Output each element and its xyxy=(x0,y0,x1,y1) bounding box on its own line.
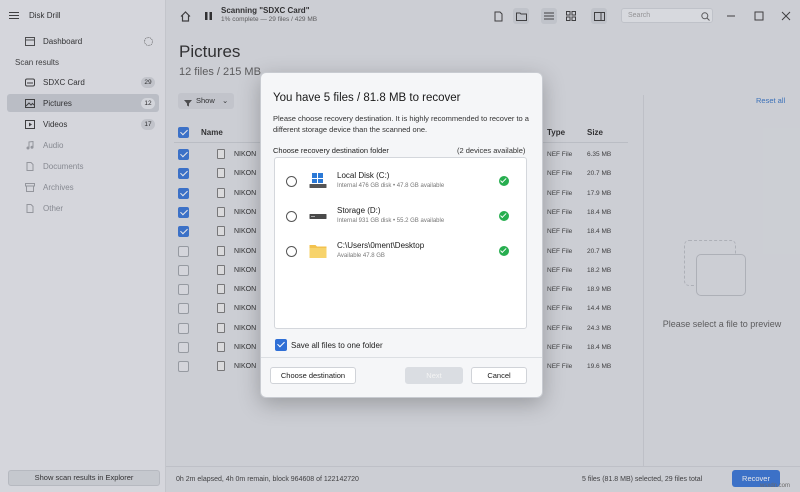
dialog-footer-divider xyxy=(261,357,542,358)
destination-name: Local Disk (C:) xyxy=(337,171,390,180)
cancel-button[interactable]: Cancel xyxy=(471,367,527,384)
windows-drive-icon xyxy=(309,173,327,189)
available-check-icon xyxy=(499,176,509,186)
available-check-icon xyxy=(499,246,509,256)
save-all-one-folder-label: Save all files to one folder xyxy=(291,341,383,350)
available-check-icon xyxy=(499,211,509,221)
disk-drill-window: Disk Drill Dashboard Scan results SDXC C… xyxy=(0,0,800,492)
next-button[interactable]: Next xyxy=(405,367,463,384)
destination-option[interactable]: Storage (D:) Internal 931 GB disk • 55.2 … xyxy=(275,201,526,235)
destination-info: Internal 931 GB disk • 55.2 GB available xyxy=(337,218,445,224)
hard-drive-icon xyxy=(309,208,327,224)
destination-info: Internal 476 GB disk • 47.8 GB available xyxy=(337,183,445,189)
destination-info: Available 47.8 GB xyxy=(337,253,385,259)
destination-radio[interactable] xyxy=(286,176,297,187)
destination-radio[interactable] xyxy=(286,211,297,222)
destination-list: Local Disk (C:) Internal 476 GB disk • 47… xyxy=(274,157,527,329)
destination-option[interactable]: Local Disk (C:) Internal 476 GB disk • 47… xyxy=(275,166,526,200)
destination-option[interactable]: C:\Users\0ment\Desktop Available 47.8 GB xyxy=(275,236,526,270)
recovery-destination-dialog: You have 5 files / 81.8 MB to recover Pl… xyxy=(260,72,543,398)
destination-radio[interactable] xyxy=(286,246,297,257)
save-all-one-folder-checkbox[interactable] xyxy=(275,339,287,351)
choose-destination-button[interactable]: Choose destination xyxy=(270,367,356,384)
devices-available-count: (2 devices available) xyxy=(457,146,526,155)
choose-destination-label: Choose recovery destination folder xyxy=(273,146,389,155)
dialog-title: You have 5 files / 81.8 MB to recover xyxy=(273,92,461,104)
folder-icon xyxy=(309,243,327,259)
dialog-description: Please choose recovery destination. It i… xyxy=(273,114,529,134)
destination-name: Storage (D:) xyxy=(337,206,381,215)
destination-name: C:\Users\0ment\Desktop xyxy=(337,241,425,250)
watermark: wsxdn.com xyxy=(760,483,791,489)
